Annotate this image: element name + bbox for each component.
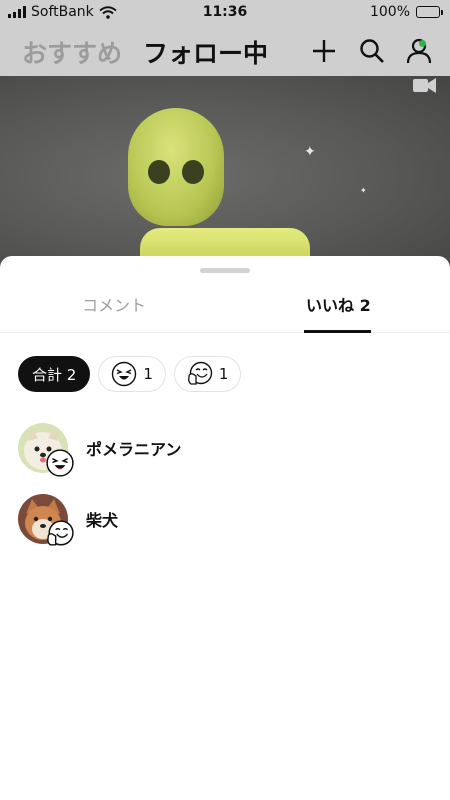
profile-button[interactable] xyxy=(404,36,438,66)
user-name[interactable]: 柴犬 xyxy=(86,507,118,531)
filter-thumbs-up-count: 1 xyxy=(218,365,229,383)
thumbs-up-face-icon xyxy=(187,361,213,385)
thumbs-up-face-icon xyxy=(47,520,74,546)
active-tab-indicator xyxy=(304,330,371,333)
status-bar: SoftBank 11:36 100% xyxy=(0,0,450,26)
reaction-filters: 合計 2 1 1 xyxy=(18,356,242,392)
filter-thumbs-up[interactable]: 1 xyxy=(173,356,242,392)
avatar[interactable] xyxy=(18,423,74,477)
tab-likes[interactable]: いいね 2 xyxy=(306,292,371,316)
search-icon[interactable] xyxy=(357,36,387,66)
camera-icon[interactable] xyxy=(412,76,438,94)
list-item[interactable]: ポメラニアン xyxy=(18,423,181,477)
tab-following[interactable]: フォロー中 xyxy=(143,34,268,70)
reactions-sheet: コメント いいね 2 合計 2 1 1 ポメラニアン 柴犬 xyxy=(0,256,450,800)
laughing-face-icon xyxy=(112,361,137,387)
battery-percent: 100% xyxy=(369,4,410,20)
video-preview[interactable]: ✦ ✦ xyxy=(0,76,450,276)
filter-total[interactable]: 合計 2 xyxy=(18,356,91,392)
sheet-handle[interactable] xyxy=(200,268,250,273)
user-name[interactable]: ポメラニアン xyxy=(86,436,181,460)
skeleton-figure xyxy=(128,108,224,226)
sparkle-icon: ✦ xyxy=(304,144,316,160)
battery-icon xyxy=(416,6,443,18)
app-header: おすすめ フォロー中 xyxy=(0,26,450,76)
tab-recommended[interactable]: おすすめ xyxy=(22,34,122,70)
laughing-face-icon xyxy=(46,449,74,477)
list-item[interactable]: 柴犬 xyxy=(18,494,118,546)
online-dot xyxy=(419,40,426,47)
status-right: 100% xyxy=(369,4,443,20)
filter-laughing-count: 1 xyxy=(143,365,153,383)
plus-icon[interactable] xyxy=(309,36,339,66)
avatar[interactable] xyxy=(18,494,74,546)
sheet-tabs: コメント いいね 2 xyxy=(0,288,450,333)
sparkle-icon: ✦ xyxy=(360,186,367,195)
filter-laughing[interactable]: 1 xyxy=(98,356,166,392)
tab-comments[interactable]: コメント xyxy=(82,292,146,316)
